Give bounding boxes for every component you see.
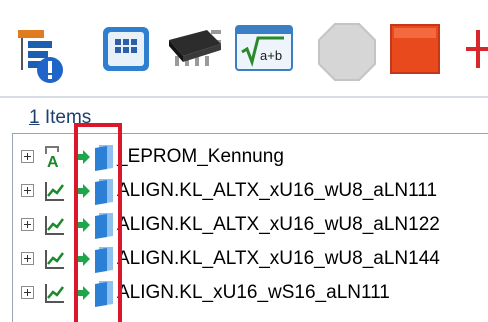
expand-icon[interactable] xyxy=(21,218,34,231)
svg-text:A: A xyxy=(47,154,59,170)
document-icon xyxy=(93,246,115,273)
expand-icon[interactable] xyxy=(21,184,34,197)
svg-text:a+b: a+b xyxy=(260,48,282,63)
items-count-text: Items xyxy=(44,107,92,128)
red-square-icon[interactable] xyxy=(390,24,440,74)
tree-row[interactable]: A _EPROM_Kennung xyxy=(13,140,488,174)
curve-icon xyxy=(43,178,67,204)
items-count-number[interactable]: 1 xyxy=(29,107,40,128)
document-icon xyxy=(93,212,115,239)
green-arrow-icon xyxy=(75,286,91,300)
row-label: ALIGN.KL_ALTX_xU16_wU8_aLN144 xyxy=(117,248,440,269)
stop-octagon-icon[interactable] xyxy=(317,22,377,82)
grid-window-icon[interactable] xyxy=(102,26,150,72)
curve-icon xyxy=(43,246,67,272)
expand-icon[interactable] xyxy=(21,252,34,265)
row-label: _EPROM_Kennung xyxy=(117,146,284,167)
tree-row[interactable]: ALIGN.KL_ALTX_xU16_wU8_aLN122 xyxy=(13,208,488,242)
tree-row[interactable]: ALIGN.KL_ALTX_xU16_wU8_aLN144 xyxy=(13,242,488,276)
green-arrow-icon xyxy=(75,252,91,266)
items-count-link[interactable]: 1 Items xyxy=(29,107,91,129)
toolbar-separator xyxy=(0,96,488,98)
row-label: ALIGN.KL_ALTX_xU16_wU8_aLN122 xyxy=(117,214,440,235)
item-tree: A _EPROM_Kennung ALIGN.KL_ALTX_xU16_wU8_… xyxy=(12,133,488,322)
chip-icon[interactable] xyxy=(165,22,225,72)
row-label: ALIGN.KL_xU16_wS16_aLN111 xyxy=(117,282,390,303)
curve-icon xyxy=(43,212,67,238)
document-icon xyxy=(93,144,115,171)
row-label: ALIGN.KL_ALTX_xU16_wU8_aLN111 xyxy=(117,180,438,201)
formula-icon[interactable]: a+b xyxy=(234,22,294,74)
plus-icon[interactable] xyxy=(466,24,488,74)
curve-icon xyxy=(43,280,67,306)
document-icon xyxy=(93,280,115,307)
tree-row[interactable]: ALIGN.KL_ALTX_xU16_wU8_aLN111 xyxy=(13,174,488,208)
green-arrow-icon xyxy=(75,184,91,198)
expand-icon[interactable] xyxy=(21,286,34,299)
toolbar: a+b xyxy=(0,0,488,94)
expand-icon[interactable] xyxy=(21,150,34,163)
tree-info-icon[interactable] xyxy=(16,24,70,86)
green-arrow-icon xyxy=(75,218,91,232)
text-value-icon: A xyxy=(43,144,67,171)
document-icon xyxy=(93,178,115,205)
green-arrow-icon xyxy=(75,150,91,164)
tree-row[interactable]: ALIGN.KL_xU16_wS16_aLN111 xyxy=(13,276,488,310)
